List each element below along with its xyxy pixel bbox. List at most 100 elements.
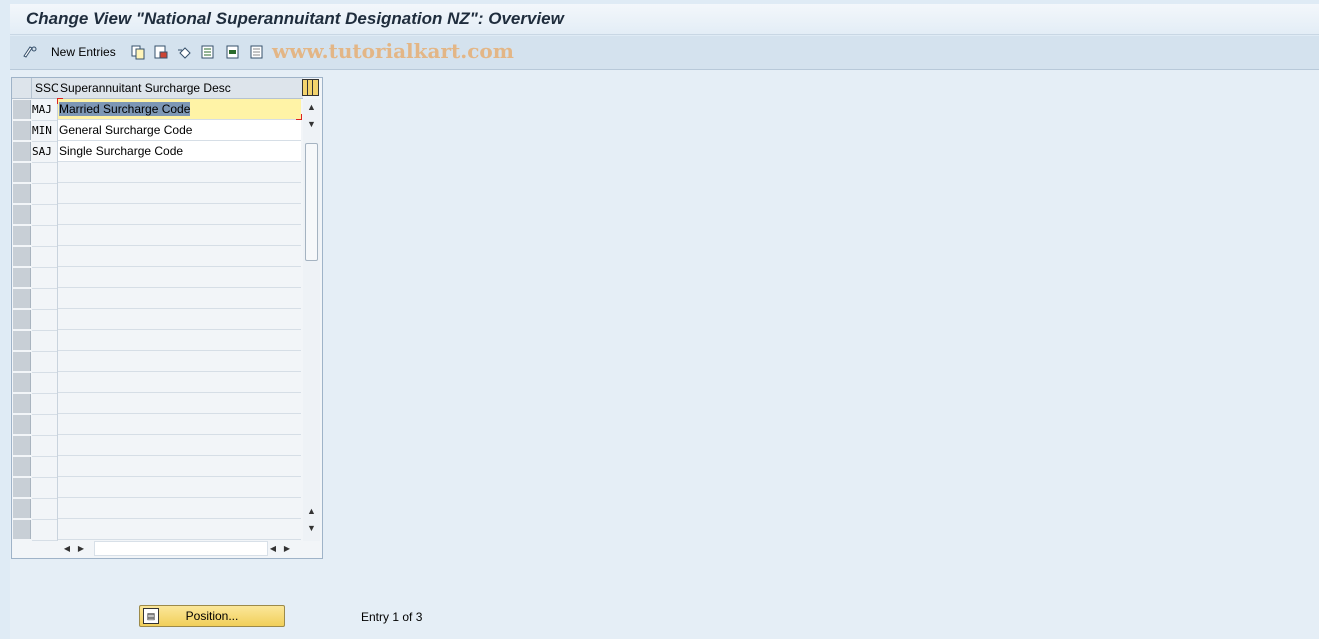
cell-desc-input[interactable]: Single Surcharge Code (58, 141, 301, 162)
empty-row (12, 183, 301, 205)
empty-row (12, 246, 301, 268)
row-selector[interactable] (13, 415, 31, 434)
table-row: SAJ Single Surcharge Code (12, 141, 301, 163)
row-selector[interactable] (13, 499, 31, 518)
empty-cell (58, 351, 301, 372)
scroll-right-icon[interactable]: ▶ (74, 541, 88, 555)
empty-cell (32, 309, 58, 331)
scroll-left-icon[interactable]: ◀ (266, 541, 280, 555)
row-selector[interactable] (13, 331, 31, 350)
undo-change-icon[interactable] (177, 44, 193, 60)
row-selector[interactable] (13, 394, 31, 413)
empty-cell (58, 267, 301, 288)
cell-ssc: SAJ (32, 141, 58, 163)
save-variant-icon[interactable] (153, 44, 169, 60)
empty-cell (32, 519, 58, 541)
row-selector[interactable] (13, 205, 31, 224)
cell-ssc: MAJ (32, 99, 58, 121)
empty-row (12, 393, 301, 415)
select-block-icon[interactable] (225, 44, 241, 60)
select-all-icon[interactable] (200, 44, 216, 60)
table-row: MAJ Married Surcharge Code (12, 98, 302, 121)
new-entries-button[interactable]: New Entries (51, 45, 116, 59)
scroll-right-icon[interactable]: ▶ (280, 541, 294, 555)
empty-cell (32, 204, 58, 226)
empty-cell (32, 414, 58, 436)
scroll-up-icon[interactable]: ▲ (303, 99, 320, 115)
empty-row (12, 372, 301, 394)
row-selector[interactable] (13, 352, 31, 371)
empty-cell (58, 204, 301, 225)
column-header-ssc[interactable]: SSC (32, 78, 61, 99)
row-selector[interactable] (13, 121, 31, 140)
main-content: SSC Superannuitant Surcharge Desc MAJ Ma… (10, 70, 1319, 639)
empty-row (12, 519, 301, 541)
empty-cell (58, 288, 301, 309)
row-selector[interactable] (13, 289, 31, 308)
empty-row (12, 435, 301, 457)
cell-ssc: MIN (32, 120, 58, 142)
empty-row (12, 204, 301, 226)
empty-cell (58, 330, 301, 351)
row-selector[interactable] (13, 184, 31, 203)
row-selector[interactable] (13, 142, 31, 161)
row-selector[interactable] (13, 520, 31, 539)
scrollbar-thumb[interactable] (305, 143, 318, 261)
row-selector[interactable] (13, 100, 31, 119)
column-header-desc[interactable]: Superannuitant Surcharge Desc (58, 78, 303, 99)
row-selector[interactable] (13, 268, 31, 287)
page-up-icon[interactable]: ▼ (303, 116, 320, 132)
title-bar: Change View "National Superannuitant Des… (10, 4, 1319, 35)
empty-cell (58, 456, 301, 477)
empty-cell (58, 519, 301, 540)
empty-row (12, 351, 301, 373)
copy-icon[interactable] (130, 44, 146, 60)
table-settings-icon[interactable] (302, 79, 319, 96)
empty-cell (58, 246, 301, 267)
row-selector[interactable] (13, 457, 31, 476)
position-button-label: Position... (185, 609, 239, 623)
empty-cell (32, 246, 58, 268)
empty-cell (58, 414, 301, 435)
empty-cell (32, 225, 58, 247)
empty-cell (32, 351, 58, 373)
cell-desc-text: Married Surcharge Code (59, 102, 191, 116)
page-down-icon[interactable]: ▲ (303, 503, 320, 519)
cell-desc-input[interactable]: Married Surcharge Code (57, 98, 302, 120)
deselect-icon[interactable] (249, 44, 265, 60)
scroll-left-icon[interactable]: ◀ (60, 541, 74, 555)
empty-row (12, 162, 301, 184)
cell-desc-input[interactable]: General Surcharge Code (58, 120, 301, 141)
empty-cell (58, 498, 301, 519)
row-selector[interactable] (13, 436, 31, 455)
edit-glasses-icon[interactable] (22, 44, 38, 60)
empty-row (12, 456, 301, 478)
empty-cell (32, 456, 58, 478)
empty-row (12, 225, 301, 247)
empty-cell (32, 330, 58, 352)
empty-cell (32, 162, 58, 184)
empty-cell (58, 309, 301, 330)
table-row: MIN General Surcharge Code (12, 120, 301, 142)
scroll-down-icon[interactable]: ▼ (303, 520, 320, 536)
horizontal-scroll-track[interactable] (94, 541, 268, 556)
empty-cell (32, 183, 58, 205)
empty-row (12, 267, 301, 289)
row-selector[interactable] (13, 478, 31, 497)
empty-row (12, 498, 301, 520)
empty-cell (58, 183, 301, 204)
page-title: Change View "National Superannuitant Des… (26, 9, 564, 28)
row-selector[interactable] (13, 373, 31, 392)
position-button[interactable]: ▤ Position... (139, 605, 285, 627)
desc-column-scroll: ◀ ▶ (266, 540, 294, 556)
row-selector[interactable] (13, 310, 31, 329)
empty-cell (32, 498, 58, 520)
table-control: SSC Superannuitant Surcharge Desc MAJ Ma… (11, 77, 323, 559)
entry-counter: Entry 1 of 3 (361, 610, 423, 624)
empty-cell (32, 435, 58, 457)
vertical-scrollbar[interactable]: ▲ ▼ ▲ ▼ (303, 99, 320, 541)
select-all-rows-header[interactable] (12, 78, 32, 99)
row-selector[interactable] (13, 163, 31, 182)
row-selector[interactable] (13, 247, 31, 266)
row-selector[interactable] (13, 226, 31, 245)
